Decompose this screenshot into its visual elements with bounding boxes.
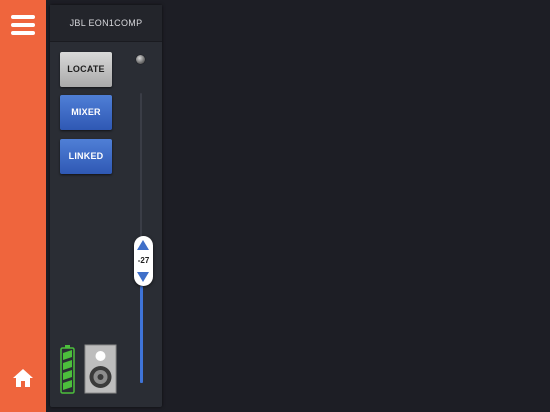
- hamburger-menu-icon[interactable]: [11, 13, 35, 37]
- mixer-button[interactable]: MIXER: [60, 95, 112, 130]
- left-sidebar: [0, 0, 46, 412]
- locate-button[interactable]: LOCATE: [60, 52, 112, 87]
- fader-handle[interactable]: -27: [134, 236, 153, 287]
- increase-arrow-icon[interactable]: [137, 240, 149, 251]
- linked-button[interactable]: LINKED: [60, 139, 112, 174]
- speaker-icon: [84, 344, 117, 394]
- fader-value: -27: [137, 256, 150, 266]
- fader-level-fill: [140, 286, 143, 383]
- decrease-arrow-icon[interactable]: [137, 272, 149, 283]
- channel-strip: JBL EON1COMP LOCATE MIXER LINKED -27: [50, 5, 162, 407]
- home-icon[interactable]: [12, 368, 34, 388]
- battery-icon: [60, 345, 75, 394]
- signal-indicator: [136, 55, 145, 64]
- device-name: JBL EON1COMP: [50, 5, 162, 42]
